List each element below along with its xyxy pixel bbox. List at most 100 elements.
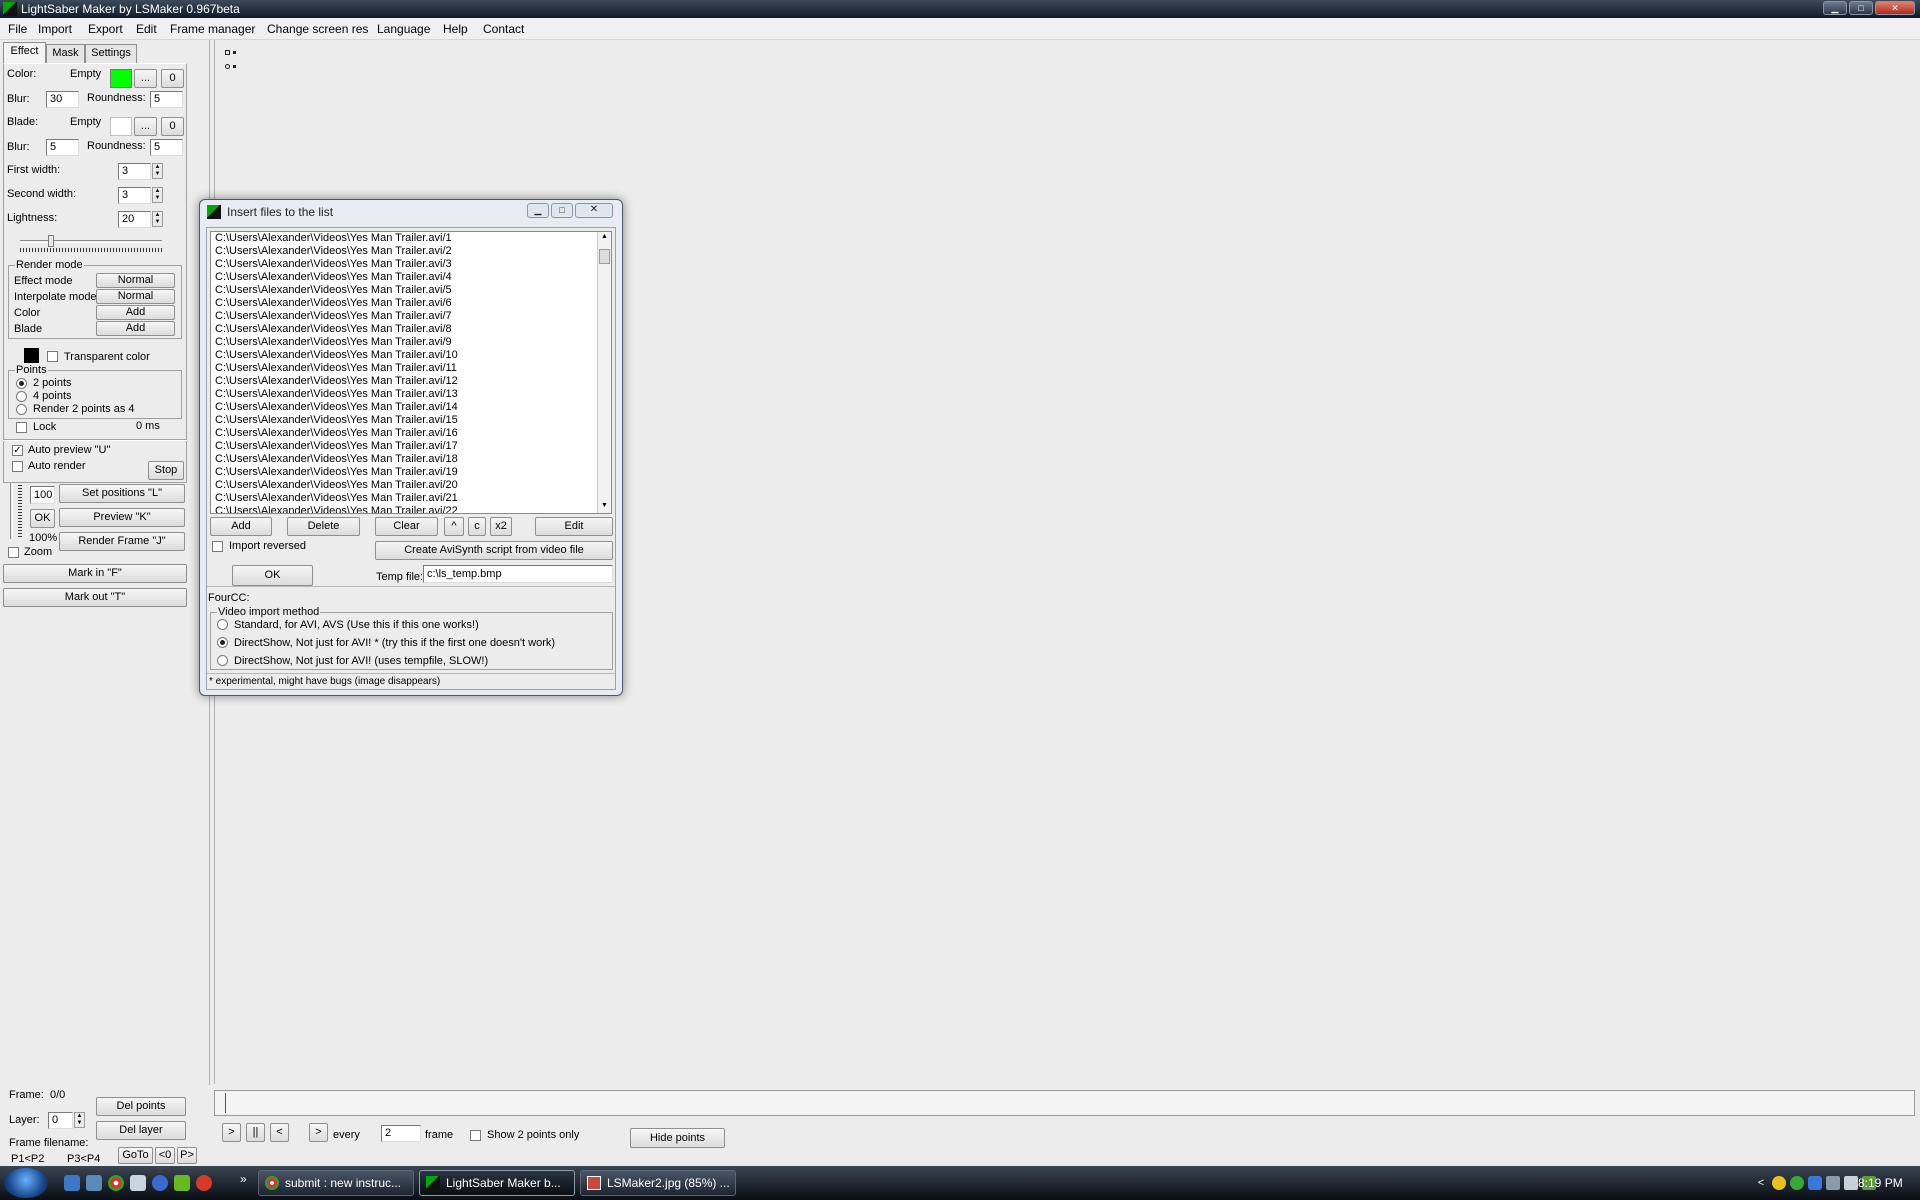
edit-button[interactable]: Edit [535,517,613,536]
step-forward-button[interactable]: > [309,1123,328,1142]
timeline-cursor[interactable] [225,1093,228,1113]
file-list-item[interactable]: C:\Users\Alexander\Videos\Yes Man Traile… [211,440,611,453]
prev-zero-button[interactable]: <0 [155,1147,175,1164]
clear-button[interactable]: Clear [375,517,438,536]
pause-button[interactable]: || [246,1123,265,1142]
render-frame-button[interactable]: Render Frame "J" [59,532,185,551]
del-layer-button[interactable]: Del layer [96,1121,186,1140]
file-list-item[interactable]: C:\Users\Alexander\Videos\Yes Man Traile… [211,323,611,336]
stop-button[interactable]: Stop [148,461,184,480]
volume-icon[interactable] [1844,1176,1858,1190]
second-width-spinner[interactable]: ▲ ▼ [152,187,163,203]
close-button[interactable]: ✕ [1875,1,1915,15]
menu-import[interactable]: Import [38,22,72,36]
two-points-radio[interactable] [16,378,27,389]
second-width-input[interactable]: 3 [118,187,151,204]
color-reset-button[interactable]: 0 [161,69,184,88]
blade-blur-input[interactable]: 5 [46,139,79,156]
show-desktop-icon[interactable] [64,1175,80,1191]
dialog-minimize-button[interactable]: ▁ [527,203,549,218]
import-directshow-radio[interactable] [217,637,228,648]
explorer-icon[interactable] [130,1175,146,1191]
first-width-spinner[interactable]: ▲ ▼ [152,163,163,179]
delete-button[interactable]: Delete [287,517,360,536]
color-swatch[interactable] [110,69,132,88]
render-blade-button[interactable]: Add [96,321,175,336]
transparent-color-checkbox[interactable] [47,351,58,362]
zoom-checkbox[interactable] [8,547,19,558]
tab-settings[interactable]: Settings [85,44,137,63]
quicklaunch-more-icon[interactable]: » [240,1172,247,1186]
taskbar-item-image-viewer[interactable]: LSMaker2.jpg (85%) ... [580,1170,736,1196]
menu-frame-manager[interactable]: Frame manager [170,22,255,36]
file-list-item[interactable]: C:\Users\Alexander\Videos\Yes Man Traile… [211,349,611,362]
next-point-button[interactable]: P> [177,1147,197,1164]
set-positions-button[interactable]: Set positions "L" [59,484,185,503]
lightness-slider-track[interactable] [20,240,162,243]
taskbar-item-lsmaker[interactable]: LightSaber Maker b... [419,1170,575,1196]
file-list-item[interactable]: C:\Users\Alexander\Videos\Yes Man Traile… [211,232,611,245]
render-color-button[interactable]: Add [96,305,175,320]
color-browse-button[interactable]: ... [134,69,157,88]
transparent-color-swatch[interactable] [24,348,39,363]
file-list-scrollbar[interactable]: ▲ ▼ [597,232,611,513]
del-points-button[interactable]: Del points [96,1097,186,1116]
start-button[interactable] [4,1168,48,1198]
file-list-item[interactable]: C:\Users\Alexander\Videos\Yes Man Traile… [211,284,611,297]
play-button[interactable]: > [222,1123,241,1142]
chrome-icon[interactable] [108,1175,124,1191]
blade-roundness-input[interactable]: 5 [150,139,183,156]
timeline-track[interactable] [214,1090,1915,1116]
scroll-up-arrow-icon[interactable]: ▲ [601,233,608,240]
lock-checkbox[interactable] [16,422,27,433]
import-directshow-tempfile-radio[interactable] [217,655,228,666]
first-width-input[interactable]: 3 [118,163,151,180]
file-list-item[interactable]: C:\Users\Alexander\Videos\Yes Man Traile… [211,466,611,479]
point-marker-2[interactable] [225,64,230,69]
layer-input[interactable]: 0 [48,1112,73,1129]
lightness-spinner[interactable]: ▲ ▼ [152,211,163,227]
dialog-maximize-button[interactable]: □ [551,203,573,218]
c-button[interactable]: c [468,517,486,536]
app-green-icon[interactable] [174,1175,190,1191]
auto-preview-checkbox[interactable]: ✓ [12,445,23,456]
every-input[interactable]: 2 [381,1125,421,1142]
blade-browse-button[interactable]: ... [134,117,157,136]
file-list-item[interactable]: C:\Users\Alexander\Videos\Yes Man Traile… [211,492,611,505]
p1-p2-toggle[interactable]: P1<P2 [11,1153,44,1165]
lightness-slider-thumb[interactable] [48,235,54,247]
file-list-item[interactable]: C:\Users\Alexander\Videos\Yes Man Traile… [211,297,611,310]
scroll-down-arrow-icon[interactable]: ▼ [601,502,608,509]
goto-button[interactable]: GoTo [118,1147,153,1164]
auto-render-checkbox[interactable] [12,461,23,472]
preview-scale-slider-track[interactable] [10,483,13,539]
file-list-item[interactable]: C:\Users\Alexander\Videos\Yes Man Traile… [211,427,611,440]
import-standard-radio[interactable] [217,619,228,630]
x2-button[interactable]: x2 [490,517,512,536]
menu-file[interactable]: File [8,22,27,36]
mark-in-button[interactable]: Mark in "F" [3,564,187,583]
file-list-item[interactable]: C:\Users\Alexander\Videos\Yes Man Traile… [211,479,611,492]
tab-effect[interactable]: Effect [3,42,46,63]
roundness-input[interactable]: 5 [150,91,183,108]
tray-icon-1[interactable] [1772,1176,1786,1190]
ie-icon[interactable] [152,1175,168,1191]
file-list-item[interactable]: C:\Users\Alexander\Videos\Yes Man Traile… [211,505,611,513]
blade-swatch[interactable] [110,117,132,136]
move-up-button[interactable]: ^ [444,517,464,536]
scroll-thumb[interactable] [599,249,610,264]
blur-input[interactable]: 30 [46,91,79,108]
preview-scale-ok-button[interactable]: OK [30,509,55,528]
menu-contact[interactable]: Contact [483,22,524,36]
file-list-item[interactable]: C:\Users\Alexander\Videos\Yes Man Traile… [211,310,611,323]
hide-points-button[interactable]: Hide points [630,1128,725,1148]
file-list-item[interactable]: C:\Users\Alexander\Videos\Yes Man Traile… [211,414,611,427]
p3-p4-toggle[interactable]: P3<P4 [67,1153,100,1165]
step-back-button[interactable]: < [270,1123,289,1142]
add-button[interactable]: Add [210,517,272,536]
menu-change-screen-res[interactable]: Change screen res [267,22,368,36]
preview-button[interactable]: Preview "K" [59,508,185,527]
file-list-item[interactable]: C:\Users\Alexander\Videos\Yes Man Traile… [211,375,611,388]
mark-out-button[interactable]: Mark out "T" [3,588,187,607]
clock[interactable]: 8:19 PM [1858,1176,1903,1190]
